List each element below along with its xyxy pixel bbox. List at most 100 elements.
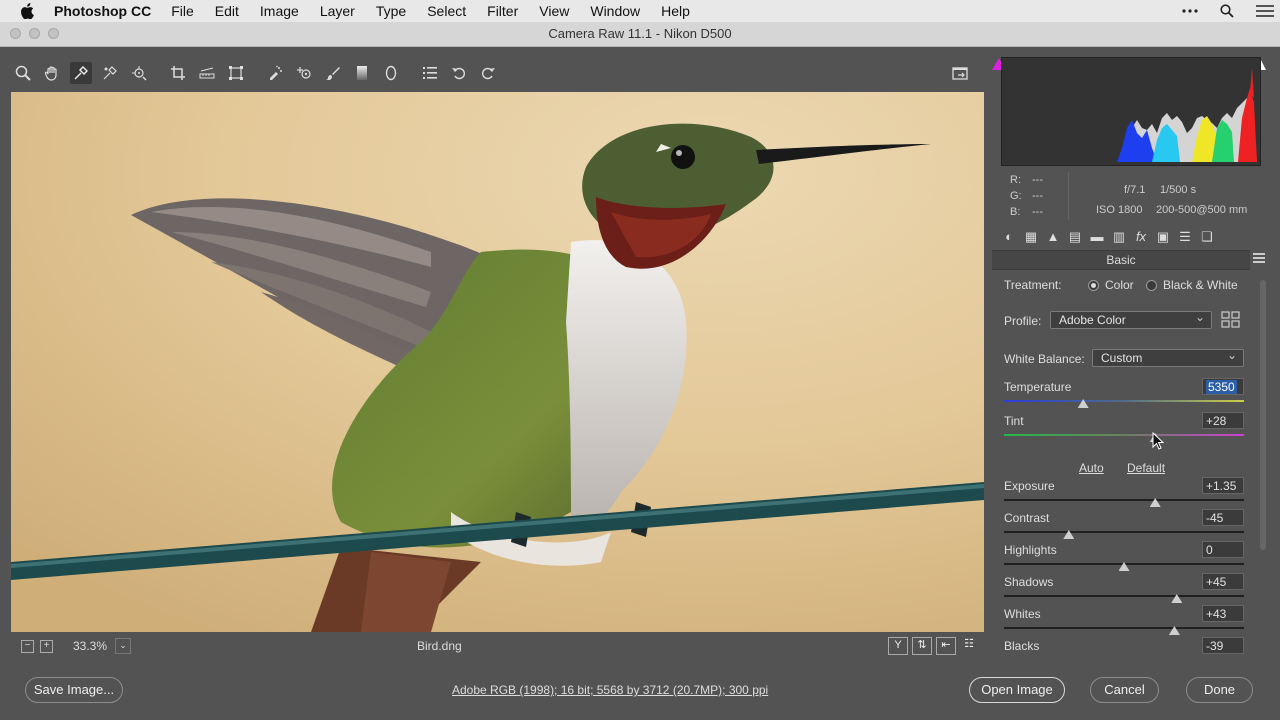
graduated-filter-icon[interactable] (351, 62, 373, 84)
zoom-in-button[interactable]: + (40, 639, 53, 653)
shadows-slider-track[interactable] (1004, 595, 1244, 597)
contrast-slider-track[interactable] (1004, 531, 1244, 533)
menu-filter[interactable]: Filter (487, 3, 518, 19)
before-after-icon[interactable]: Y (888, 637, 908, 655)
lens-corrections-panel-icon[interactable]: ▥ (1108, 228, 1130, 246)
menu-view[interactable]: View (539, 3, 569, 19)
hand-tool-icon[interactable] (41, 62, 63, 84)
color-sampler-icon[interactable] (99, 62, 121, 84)
white-balance-tool-icon[interactable] (70, 62, 92, 84)
menu-layer[interactable]: Layer (320, 3, 355, 19)
tool-bar (12, 58, 984, 88)
blacks-label: Blacks (1004, 639, 1040, 653)
exposure-value[interactable]: +1.35 (1202, 477, 1244, 494)
transform-tool-icon[interactable] (225, 62, 247, 84)
radial-filter-icon[interactable] (380, 62, 402, 84)
save-image-button[interactable]: Save Image... (25, 677, 123, 703)
whites-slider-track[interactable] (1004, 627, 1244, 629)
zoom-tool-icon[interactable] (12, 62, 34, 84)
rotate-left-icon[interactable] (448, 62, 470, 84)
temperature-slider-track[interactable] (1004, 400, 1244, 402)
minimize-window-button[interactable] (29, 28, 40, 39)
presets-panel-icon[interactable]: ☰ (1174, 228, 1196, 246)
spot-removal-icon[interactable] (264, 62, 286, 84)
detail-panel-icon[interactable]: ▲ (1042, 228, 1064, 246)
split-toning-panel-icon[interactable]: ▬ (1086, 228, 1108, 246)
basic-panel-icon[interactable]: ◐ (998, 228, 1020, 246)
whites-value[interactable]: +43 (1202, 605, 1244, 622)
contrast-value[interactable]: -45 (1202, 509, 1244, 526)
menu-file[interactable]: File (171, 3, 194, 19)
tint-value[interactable]: +28 (1202, 412, 1244, 429)
cancel-button[interactable]: Cancel (1090, 677, 1159, 703)
file-name: Bird.dng (417, 639, 462, 653)
color-option-label: Color (1105, 278, 1134, 292)
preferences-icon[interactable] (419, 62, 441, 84)
zoom-dropdown-chevron-icon[interactable]: ⌄ (115, 638, 132, 654)
preview-preferences-icon[interactable]: ☷ (960, 637, 978, 653)
zoom-level: 33.3% (73, 639, 108, 653)
menu-edit[interactable]: Edit (215, 3, 239, 19)
panel-scrollbar[interactable] (1258, 270, 1268, 658)
app-menu[interactable]: Photoshop CC (54, 3, 151, 19)
lens-focal-length: 200-500@500 mm (1156, 204, 1248, 216)
default-link[interactable]: Default (1127, 461, 1165, 475)
close-window-button[interactable] (10, 28, 21, 39)
effects-panel-icon[interactable]: fx (1130, 228, 1152, 246)
tint-slider-track[interactable] (1004, 434, 1244, 436)
hsl-panel-icon[interactable]: ▤ (1064, 228, 1086, 246)
profile-browser-icon[interactable] (1221, 311, 1241, 329)
auto-link[interactable]: Auto (1079, 461, 1104, 475)
b-value: --- (1032, 206, 1043, 218)
menu-type[interactable]: Type (376, 3, 406, 19)
shutter-speed: 1/500 s (1160, 184, 1197, 196)
shadows-label: Shadows (1004, 575, 1054, 589)
zoom-window-button[interactable] (48, 28, 59, 39)
workflow-options-link[interactable]: Adobe RGB (1998); 16 bit; 5568 by 3712 (… (452, 683, 768, 697)
straighten-tool-icon[interactable] (196, 62, 218, 84)
white-balance-select[interactable]: Custom (1092, 347, 1244, 367)
contrast-label: Contrast (1004, 511, 1050, 525)
rotate-right-icon[interactable] (477, 62, 499, 84)
zoom-out-button[interactable]: − (21, 639, 34, 653)
image-preview[interactable] (11, 92, 984, 632)
done-button[interactable]: Done (1186, 677, 1253, 703)
targeted-adjustment-icon[interactable] (128, 62, 150, 84)
temperature-value[interactable]: 5350 (1202, 378, 1244, 395)
treatment-color-option[interactable]: Color (1088, 278, 1134, 292)
snapshots-panel-icon[interactable]: ❏ (1196, 228, 1218, 246)
g-label: G: (1010, 190, 1022, 202)
crop-tool-icon[interactable] (167, 62, 189, 84)
window-title: Camera Raw 11.1 - Nikon D500 (548, 26, 732, 41)
pixel-readout: R: --- G: --- B: --- f/7.1 1/500 s ISO 1800 2… (998, 170, 1260, 224)
color-radio[interactable] (1088, 280, 1099, 291)
swap-settings-icon[interactable]: ⇅ (912, 637, 932, 655)
apple-logo-icon[interactable] (20, 3, 38, 19)
bw-radio[interactable] (1146, 280, 1157, 291)
mouse-cursor-icon (1152, 431, 1165, 453)
highlights-value[interactable]: 0 (1202, 541, 1244, 558)
menu-select[interactable]: Select (427, 3, 466, 19)
more-icon[interactable] (1182, 9, 1198, 13)
copy-settings-icon[interactable]: ⇤ (936, 637, 956, 655)
search-icon[interactable] (1220, 4, 1234, 18)
panel-tabs: ◐ ▦ ▲ ▤ ▬ ▥ fx ▣ ☰ ❏ (992, 226, 1268, 248)
red-eye-icon[interactable] (293, 62, 315, 84)
profile-select[interactable]: Adobe Color (1050, 309, 1212, 329)
r-label: R: (1010, 174, 1021, 186)
list-icon[interactable] (1256, 5, 1274, 17)
open-in-photoshop-icon[interactable] (949, 62, 971, 84)
tone-curve-panel-icon[interactable]: ▦ (1020, 228, 1042, 246)
adjustment-brush-icon[interactable] (322, 62, 344, 84)
panel-menu-icon[interactable] (1253, 253, 1265, 263)
treatment-bw-option[interactable]: Black & White (1146, 278, 1238, 292)
scrollbar-thumb[interactable] (1260, 280, 1266, 550)
menu-window[interactable]: Window (590, 3, 640, 19)
menu-help[interactable]: Help (661, 3, 690, 19)
calibration-panel-icon[interactable]: ▣ (1152, 228, 1174, 246)
shadows-value[interactable]: +45 (1202, 573, 1244, 590)
blacks-value[interactable]: -39 (1202, 637, 1244, 654)
menu-image[interactable]: Image (260, 3, 299, 19)
open-image-button[interactable]: Open Image (969, 677, 1065, 703)
exposure-slider-track[interactable] (1004, 499, 1244, 501)
